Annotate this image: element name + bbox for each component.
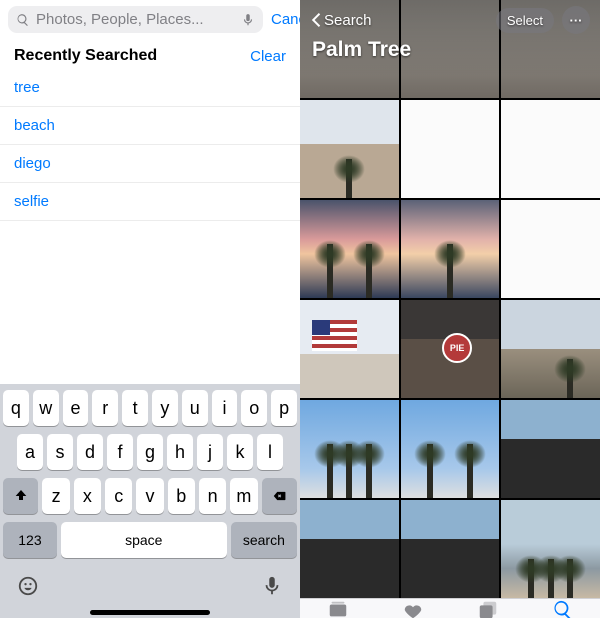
backspace-key[interactable]	[262, 478, 297, 514]
photo-thumbnail[interactable]	[401, 400, 500, 498]
chevron-left-icon	[310, 13, 322, 27]
key-t[interactable]: t	[122, 390, 148, 426]
photo-thumbnail[interactable]	[501, 100, 600, 198]
recent-search-item[interactable]: diego	[0, 145, 300, 183]
key-f[interactable]: f	[107, 434, 133, 470]
key-p[interactable]: p	[271, 390, 297, 426]
tab-albums[interactable]: Albums	[450, 599, 525, 618]
key-k[interactable]: k	[227, 434, 253, 470]
key-u[interactable]: u	[182, 390, 208, 426]
recent-search-item[interactable]: tree	[0, 69, 300, 107]
microphone-icon[interactable]	[241, 13, 255, 27]
key-b[interactable]: b	[168, 478, 195, 514]
search-icon	[16, 13, 30, 27]
key-m[interactable]: m	[230, 478, 257, 514]
recent-section-header: Recently Searched Clear	[0, 41, 300, 69]
tab-library[interactable]: Library	[300, 599, 375, 618]
results-header: Search Select ··· Palm Tree	[300, 0, 600, 76]
keyboard: qwertyuiop asdfghjkl zxcvbnm 123 space s…	[0, 384, 300, 618]
store-sign: PIE	[442, 333, 472, 363]
results-title: Palm Tree	[310, 38, 590, 62]
photo-thumbnail[interactable]	[501, 300, 600, 398]
search-pane: Cancel Recently Searched Clear treebeach…	[0, 0, 300, 618]
tab-search[interactable]: Search	[525, 599, 600, 618]
section-title: Recently Searched	[14, 47, 157, 65]
search-bar-row: Cancel	[0, 0, 300, 41]
key-e[interactable]: e	[63, 390, 89, 426]
tab-bar: LibraryFor YouAlbumsSearch	[300, 598, 600, 618]
photo-thumbnail[interactable]	[501, 400, 600, 498]
photo-thumbnail[interactable]	[300, 300, 399, 398]
key-o[interactable]: o	[241, 390, 267, 426]
key-x[interactable]: x	[74, 478, 101, 514]
key-s[interactable]: s	[47, 434, 73, 470]
results-pane: Search Select ··· Palm Tree PIE LibraryF…	[300, 0, 600, 618]
numbers-key[interactable]: 123	[3, 522, 57, 558]
key-l[interactable]: l	[257, 434, 283, 470]
recent-search-item[interactable]: selfie	[0, 183, 300, 221]
key-d[interactable]: d	[77, 434, 103, 470]
more-button[interactable]: ···	[562, 6, 590, 34]
key-i[interactable]: i	[212, 390, 238, 426]
photo-thumbnail[interactable]: PIE	[401, 300, 500, 398]
key-r[interactable]: r	[92, 390, 118, 426]
recent-search-item[interactable]: beach	[0, 107, 300, 145]
emoji-key[interactable]	[17, 575, 39, 602]
photo-thumbnail[interactable]	[501, 500, 600, 598]
select-button[interactable]: Select	[496, 8, 554, 33]
key-a[interactable]: a	[17, 434, 43, 470]
clear-button[interactable]: Clear	[250, 48, 286, 65]
keyboard-search-key[interactable]: search	[231, 522, 297, 558]
key-n[interactable]: n	[199, 478, 226, 514]
key-q[interactable]: q	[3, 390, 29, 426]
photo-thumbnail[interactable]	[401, 100, 500, 198]
home-indicator[interactable]	[90, 610, 210, 615]
key-w[interactable]: w	[33, 390, 59, 426]
dictation-key[interactable]	[261, 575, 283, 602]
cancel-button[interactable]: Cancel	[271, 11, 300, 28]
back-label: Search	[324, 12, 372, 29]
photo-grid: PIE	[300, 0, 600, 598]
space-key[interactable]: space	[61, 522, 227, 558]
key-j[interactable]: j	[197, 434, 223, 470]
photo-thumbnail[interactable]	[501, 200, 600, 298]
photo-thumbnail[interactable]	[300, 100, 399, 198]
back-button[interactable]: Search	[310, 12, 372, 29]
tab-foryou[interactable]: For You	[375, 599, 450, 618]
photo-thumbnail[interactable]	[300, 200, 399, 298]
key-v[interactable]: v	[136, 478, 163, 514]
search-input[interactable]	[36, 11, 235, 28]
shift-key[interactable]	[3, 478, 38, 514]
key-c[interactable]: c	[105, 478, 132, 514]
photo-thumbnail[interactable]	[401, 200, 500, 298]
key-g[interactable]: g	[137, 434, 163, 470]
key-y[interactable]: y	[152, 390, 178, 426]
key-h[interactable]: h	[167, 434, 193, 470]
search-field[interactable]	[8, 6, 263, 33]
key-z[interactable]: z	[42, 478, 69, 514]
photo-thumbnail[interactable]	[401, 500, 500, 598]
photo-thumbnail[interactable]	[300, 500, 399, 598]
recent-search-list: treebeachdiegoselfie	[0, 69, 300, 221]
photo-thumbnail[interactable]	[300, 400, 399, 498]
